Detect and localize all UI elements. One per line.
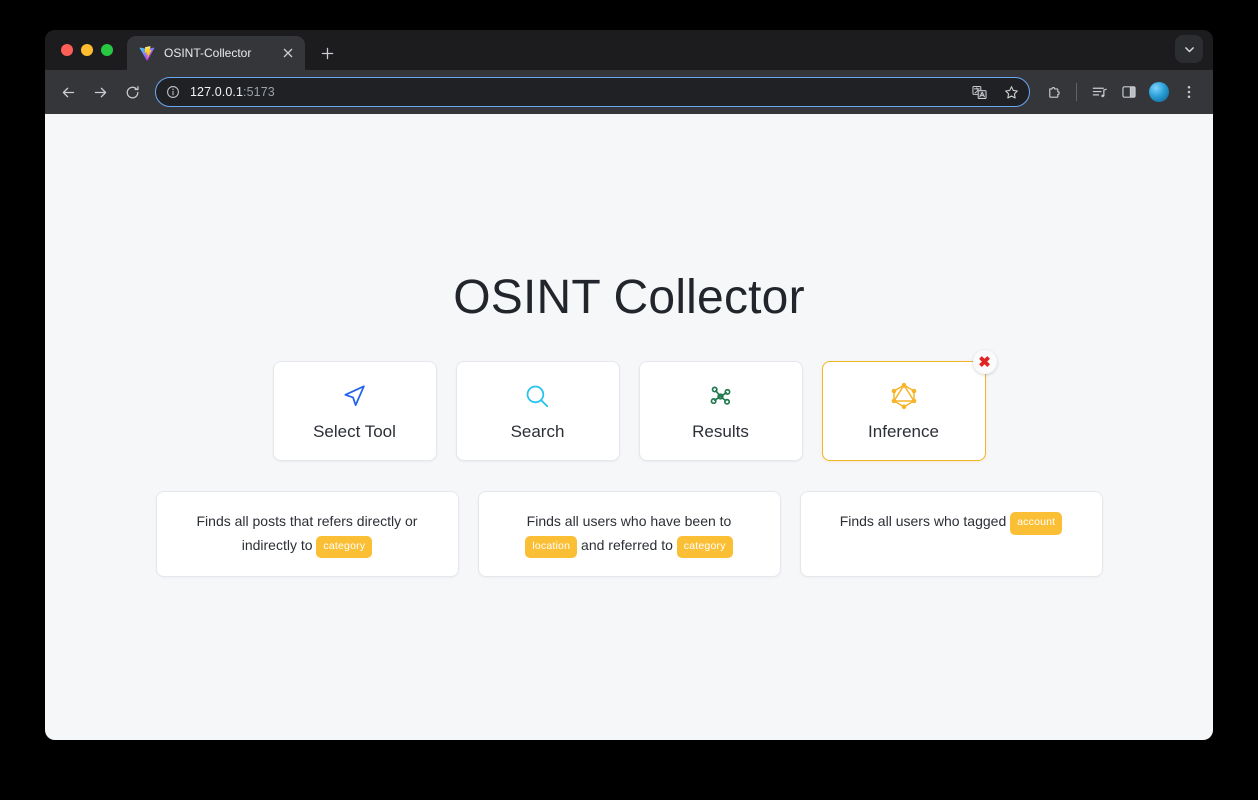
star-icon[interactable] <box>999 80 1023 104</box>
back-arrow-icon[interactable] <box>53 77 83 107</box>
toolbar-divider <box>1076 83 1077 101</box>
page-viewport: OSINT Collector Select Tool Search Resul… <box>45 114 1213 740</box>
window-close-button[interactable] <box>61 44 73 56</box>
reload-icon[interactable] <box>117 77 147 107</box>
url-text: 127.0.0.1:5173 <box>190 85 959 99</box>
browser-window: OSINT-Collector 127.0.0.1:5173 OSINT Col… <box>45 30 1213 740</box>
translate-icon[interactable] <box>967 80 991 104</box>
nav-card-row: Select Tool Search Results Inference ✖ <box>45 350 1213 461</box>
browser-tab[interactable]: OSINT-Collector <box>127 36 305 70</box>
browser-toolbar: 127.0.0.1:5173 <box>45 70 1213 114</box>
media-list-icon[interactable] <box>1085 78 1113 106</box>
info-card-row: Finds all posts that refers directly or … <box>45 491 1213 578</box>
nav-card-inference[interactable]: Inference ✖ <box>821 350 997 461</box>
info-card: Finds all users who tagged account <box>799 491 1103 578</box>
navigation-arrow-icon <box>339 380 371 412</box>
profile-avatar[interactable] <box>1149 82 1169 102</box>
window-zoom-button[interactable] <box>101 44 113 56</box>
entity-pill: location <box>525 535 578 559</box>
window-minimize-button[interactable] <box>81 44 93 56</box>
forward-arrow-icon[interactable] <box>85 77 115 107</box>
nav-card-select-tool[interactable]: Select Tool <box>272 361 437 461</box>
graphql-hexagon-icon <box>888 380 920 412</box>
network-graph-icon <box>705 380 737 412</box>
entity-pill: category <box>316 535 373 559</box>
info-card: Finds all posts that refers directly or … <box>155 491 459 578</box>
side-panel-icon[interactable] <box>1115 78 1143 106</box>
tab-title: OSINT-Collector <box>164 46 252 60</box>
new-tab-button[interactable] <box>313 39 341 67</box>
magnifier-icon <box>522 380 554 412</box>
nav-card-label: Results <box>692 422 749 441</box>
tab-close-icon[interactable] <box>279 44 297 62</box>
nav-card-results[interactable]: Results <box>638 361 803 461</box>
kebab-menu-icon[interactable] <box>1175 78 1203 106</box>
nav-card-label: Inference <box>868 422 939 441</box>
nav-card-label: Search <box>510 422 565 441</box>
page-title: OSINT Collector <box>453 271 805 324</box>
info-circle-icon[interactable] <box>164 83 182 101</box>
vite-logo-icon <box>139 45 155 61</box>
entity-pill: category <box>676 535 733 559</box>
extensions-puzzle-icon[interactable] <box>1040 78 1068 106</box>
nav-card-search[interactable]: Search <box>455 361 620 461</box>
tab-search-button[interactable] <box>1175 35 1203 63</box>
nav-card-label: Select Tool <box>313 422 396 441</box>
url-host: 127.0.0.1 <box>190 85 244 99</box>
url-port: :5173 <box>243 85 275 99</box>
entity-pill: account <box>1010 512 1063 535</box>
tab-strip: OSINT-Collector <box>45 30 1213 70</box>
info-card: Finds all users who have been to locatio… <box>477 491 781 578</box>
address-bar[interactable]: 127.0.0.1:5173 <box>155 77 1030 107</box>
window-traffic-lights <box>59 30 123 70</box>
close-icon[interactable]: ✖ <box>972 350 997 374</box>
